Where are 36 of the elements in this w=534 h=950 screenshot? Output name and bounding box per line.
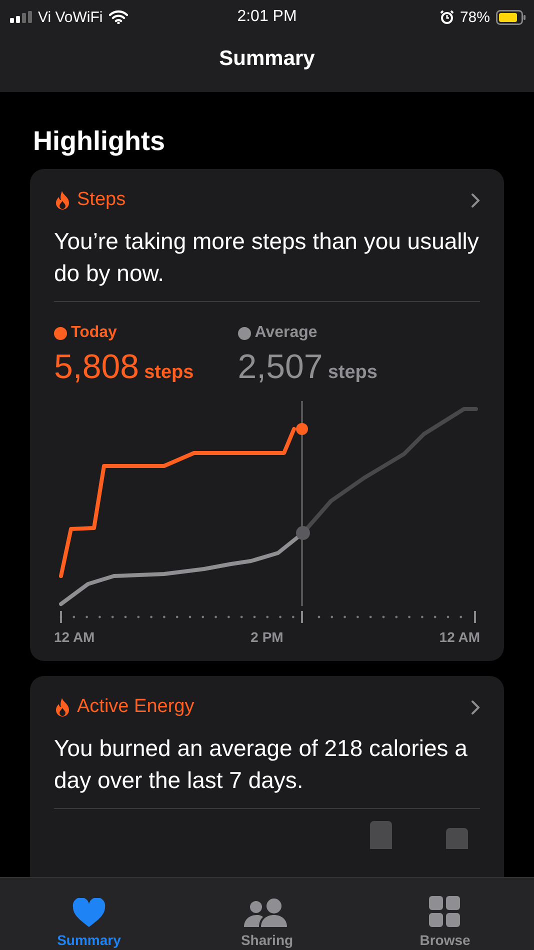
flame-icon (54, 190, 71, 210)
step-count: 5,808 (54, 348, 140, 387)
grid-icon (429, 896, 461, 928)
unit-label: steps (328, 362, 378, 384)
people-icon (244, 898, 290, 928)
flame-icon (54, 697, 71, 717)
card-message: You burned an average of 218 calories a day over the last 7 days. (54, 734, 468, 795)
axis-label: 12 AM (439, 629, 480, 645)
chevron-right-icon[interactable] (471, 192, 480, 208)
alarm-clock-icon (440, 10, 454, 24)
tab-bar-item[interactable]: Browse (385, 878, 505, 950)
axis-label: 2 PM (250, 629, 284, 645)
card-message: You’re taking more steps than you usually do by now. (54, 227, 480, 288)
unit-label: steps (144, 362, 194, 384)
today-point (296, 423, 308, 435)
step-count: 2,507 (238, 348, 323, 387)
legend-label: Average (254, 324, 318, 342)
chevron-right-icon[interactable] (471, 700, 480, 714)
battery-percentage: 78% (460, 8, 490, 26)
heart-icon (72, 898, 106, 928)
average-point (296, 526, 310, 540)
section-title: Highlights (33, 126, 166, 157)
axis-label: 12 AM (54, 629, 95, 645)
carrier-name: Vi VoWiFi (38, 8, 103, 26)
wifi-icon (108, 10, 128, 24)
status-time: 2:01 PM (236, 8, 298, 26)
signal-icon (10, 11, 32, 23)
card-title: Active Energy (77, 696, 194, 718)
navigation-title: Summary (219, 47, 315, 71)
card-title: Steps (77, 189, 126, 211)
tab-bar-item[interactable]: Sharing (207, 878, 327, 950)
highlight-card[interactable]: Active Energy You burned an average of 218 calories a day over the last 7 days. (30, 676, 504, 877)
highlight-card[interactable]: Steps You’re taking more steps than you usually do by now. Today 5,808 steps Average 2,507 steps 12 AM 2 PM 12 AM (30, 169, 504, 661)
legend-label: Today (71, 324, 117, 342)
tab-bar-item[interactable]: Summary (29, 878, 149, 950)
battery-icon (496, 10, 526, 24)
